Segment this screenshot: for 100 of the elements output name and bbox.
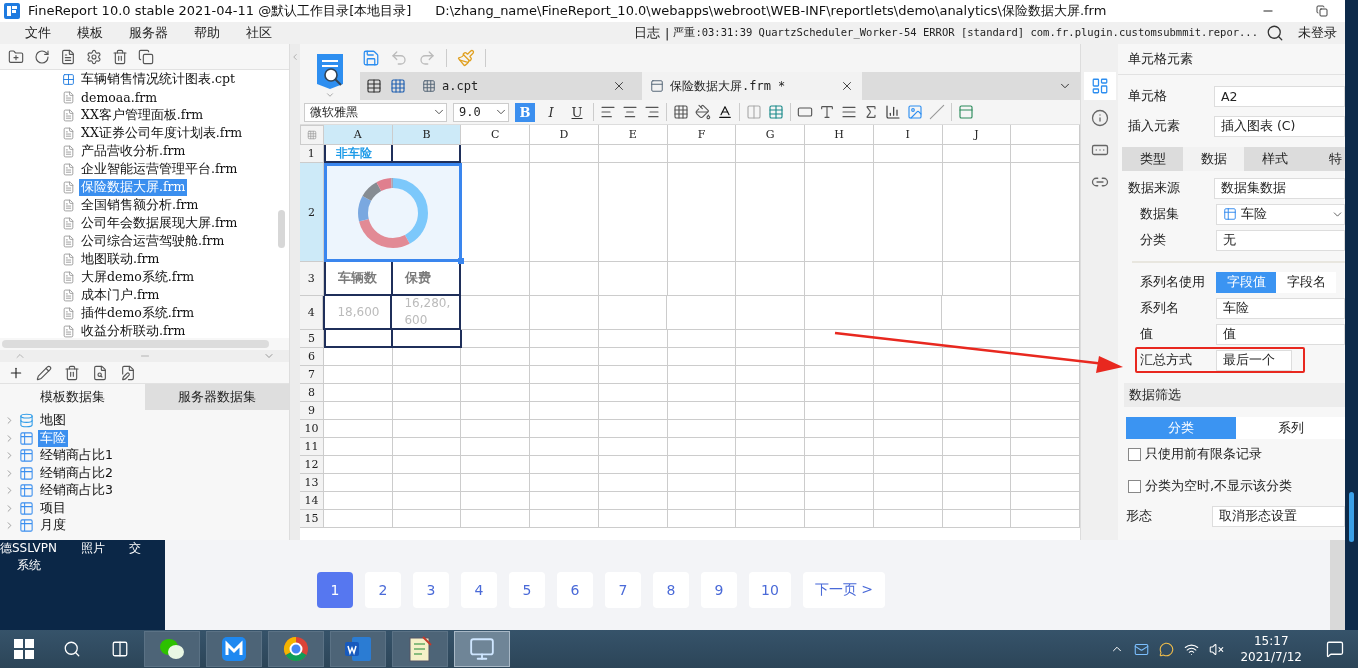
scrollbar-thumb[interactable] xyxy=(1349,492,1354,542)
collapse-left-icon[interactable] xyxy=(290,52,300,62)
tree-item[interactable]: XX证券公司年度计划表.frm xyxy=(0,124,289,142)
tree-item[interactable]: 大屏demo系统.frm xyxy=(0,268,289,286)
trash-icon[interactable] xyxy=(112,48,128,65)
segment-option[interactable]: 字段名 xyxy=(1276,271,1336,293)
row-header[interactable]: 10 xyxy=(300,420,324,438)
muted-speaker-icon[interactable] xyxy=(1209,641,1225,657)
filter-tab[interactable]: 系列 xyxy=(1236,417,1345,439)
input-field[interactable]: 值 xyxy=(1216,323,1345,345)
column-header[interactable]: G xyxy=(736,125,806,145)
dataset-item[interactable]: 地图 xyxy=(0,412,289,430)
edit-icon[interactable] xyxy=(36,364,52,381)
dataset-item[interactable]: 经销商占比1 xyxy=(0,447,289,465)
side-tab[interactable] xyxy=(1083,72,1116,100)
table-icon[interactable] xyxy=(768,104,784,120)
property-tab[interactable]: 特 xyxy=(1305,147,1345,171)
fill-color-icon[interactable] xyxy=(695,104,711,120)
row-header[interactable]: 14 xyxy=(300,492,324,510)
taskbar-app[interactable] xyxy=(392,631,448,667)
table-cell[interactable] xyxy=(323,330,393,348)
row-header[interactable]: 3 xyxy=(300,262,324,296)
column-header[interactable]: F xyxy=(667,125,737,145)
tree-item[interactable]: 企业智能运营管理平台.frm xyxy=(0,160,289,178)
column-header[interactable]: J xyxy=(942,125,1012,145)
settings-icon[interactable] xyxy=(86,48,102,65)
row-header[interactable]: 13 xyxy=(300,474,324,492)
notification-icon[interactable] xyxy=(1326,640,1344,658)
tree-item[interactable]: demoaa.frm xyxy=(0,88,289,106)
image-icon[interactable] xyxy=(907,104,923,120)
tree-item[interactable]: 全国销售额分析.frm xyxy=(0,196,289,214)
border-icon[interactable] xyxy=(673,104,689,120)
close-icon[interactable] xyxy=(612,79,626,93)
scrollbar-thumb[interactable] xyxy=(278,210,285,248)
desktop-icon-label[interactable]: 交 xyxy=(129,540,142,557)
row-header[interactable]: 6 xyxy=(300,348,324,366)
preview-icon[interactable] xyxy=(92,364,108,381)
column-header[interactable]: I xyxy=(873,125,943,145)
page-button[interactable]: 10 xyxy=(749,572,791,608)
input-field[interactable]: 无 xyxy=(1216,229,1345,251)
row-header[interactable]: 4 xyxy=(300,296,324,330)
search-icon[interactable] xyxy=(1266,24,1284,42)
close-icon[interactable] xyxy=(840,79,854,93)
tree-item[interactable]: 公司年会数据展现大屏.frm xyxy=(0,214,289,232)
menu-item[interactable]: 模板 xyxy=(64,24,116,42)
page-button[interactable]: 5 xyxy=(509,572,545,608)
row-header[interactable]: 5 xyxy=(300,330,324,348)
document-icon[interactable] xyxy=(60,48,76,65)
desktop-icon-label[interactable]: 照片 xyxy=(81,540,106,557)
column-header[interactable]: A xyxy=(323,125,393,145)
select-all-corner[interactable] xyxy=(300,125,324,145)
desktop-icon-label[interactable]: 系统 xyxy=(16,557,41,574)
input-field[interactable]: 最后一个 xyxy=(1216,349,1292,371)
undo-icon[interactable] xyxy=(390,49,408,67)
column-header[interactable]: E xyxy=(598,125,668,145)
taskbar-app[interactable] xyxy=(268,631,324,667)
page-button[interactable]: 4 xyxy=(461,572,497,608)
dataset-item[interactable]: 经销商占比2 xyxy=(0,464,289,482)
tree-item[interactable]: XX客户管理面板.frm xyxy=(0,106,289,124)
login-status[interactable]: 未登录 xyxy=(1298,24,1337,42)
clock-time[interactable]: 15:17 xyxy=(1253,633,1289,649)
copy-icon[interactable] xyxy=(138,48,154,65)
row-header[interactable]: 15 xyxy=(300,510,324,528)
dataset-item[interactable]: 经销商占比3 xyxy=(0,482,289,500)
column-header[interactable]: D xyxy=(530,125,599,145)
align-center-icon[interactable] xyxy=(622,104,638,120)
table-cell[interactable]: 车辆数 xyxy=(323,262,393,296)
grid-add-icon[interactable] xyxy=(366,78,382,94)
row-header[interactable]: 7 xyxy=(300,366,324,384)
dataset-tab[interactable]: 服务器数据集 xyxy=(144,384,289,410)
taskbar-app[interactable] xyxy=(454,631,510,667)
column-header[interactable]: H xyxy=(805,125,874,145)
brush-icon[interactable] xyxy=(457,49,475,67)
dataset-item[interactable]: 月度 xyxy=(0,517,289,535)
search-icon[interactable] xyxy=(63,640,81,658)
row-header[interactable]: 9 xyxy=(300,402,324,420)
clock-date[interactable]: 2021/7/12 xyxy=(1240,649,1302,665)
formula-icon[interactable] xyxy=(863,104,879,120)
underline-button[interactable]: U xyxy=(567,102,587,122)
edit-file-icon[interactable] xyxy=(120,364,136,381)
table-cell[interactable]: 保费 xyxy=(392,262,462,296)
text-icon[interactable] xyxy=(819,104,835,120)
refresh-icon[interactable] xyxy=(34,48,50,65)
tree-item[interactable]: 插件demo系统.frm xyxy=(0,304,289,322)
row-header[interactable]: 11 xyxy=(300,438,324,456)
text-field-icon[interactable] xyxy=(797,104,813,120)
row-header[interactable]: 1 xyxy=(300,145,324,163)
font-size-select[interactable]: 9.0 xyxy=(453,102,509,122)
column-header[interactable]: B xyxy=(392,125,462,145)
tree-item[interactable]: 车辆销售情况统计图表.cpt xyxy=(0,70,289,88)
checkbox[interactable] xyxy=(1128,447,1141,461)
save-icon[interactable] xyxy=(362,49,380,67)
restore-icon[interactable] xyxy=(1316,5,1328,17)
input-field[interactable]: A2 xyxy=(1214,85,1345,107)
chat-tray-icon[interactable] xyxy=(1159,641,1175,657)
horizontal-scrollbar[interactable] xyxy=(2,340,269,348)
input-field[interactable]: 插入图表 (C) xyxy=(1214,115,1345,137)
task-view-icon[interactable] xyxy=(111,640,129,658)
page-button[interactable]: 9 xyxy=(701,572,737,608)
chart-cell[interactable] xyxy=(323,163,462,262)
